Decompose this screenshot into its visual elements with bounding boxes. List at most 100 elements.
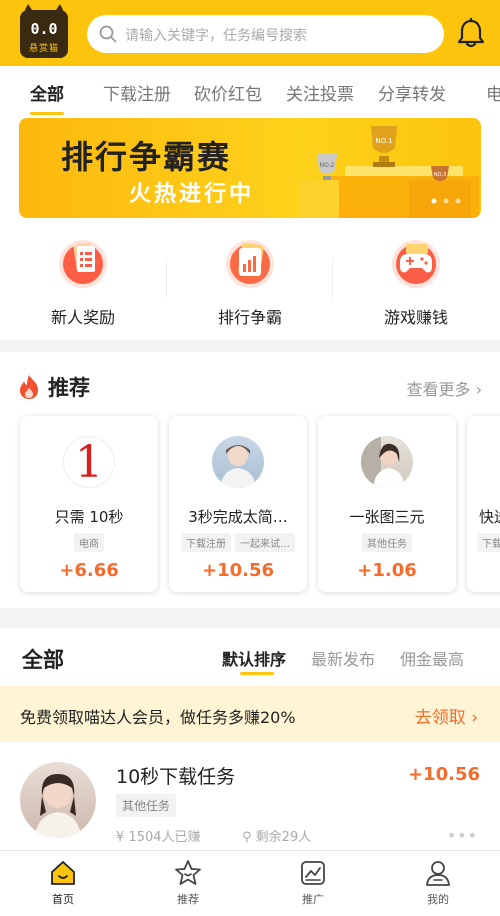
- category-tabs: 全部 下载注册 砍价红包 关注投票 分享转发 电: [0, 66, 500, 118]
- nav-promote[interactable]: 推广: [273, 859, 353, 907]
- tab-follow-vote[interactable]: 关注投票: [286, 80, 354, 105]
- sort-default[interactable]: 默认排序: [222, 646, 286, 670]
- banner-subtitle: 火热进行中: [129, 182, 255, 207]
- tab-ecommerce[interactable]: 电: [486, 80, 500, 105]
- claim-link[interactable]: 去领取 ›: [415, 703, 478, 728]
- all-tasks-title: 全部: [22, 648, 64, 672]
- bar-chart-icon: [226, 240, 274, 288]
- chevron-right-icon: ›: [471, 708, 478, 728]
- claim-label: 去领取: [414, 708, 466, 728]
- card-tags: 电商: [20, 532, 158, 552]
- yuan-icon: ¥: [116, 830, 125, 845]
- card-reward: +1.06: [357, 560, 417, 581]
- logo-face: 0.0: [30, 20, 58, 38]
- cat-ears-icon: [22, 4, 66, 16]
- divider: [166, 258, 167, 298]
- recommend-card[interactable]: 1 只需 10秒 电商 +6.66: [20, 416, 158, 592]
- quick-entry-ranking[interactable]: 排行争霸: [190, 234, 310, 328]
- task-avatar: [20, 762, 96, 838]
- task-reward: +10.56: [407, 764, 480, 785]
- person-photo-icon: [220, 445, 256, 488]
- nav-mine[interactable]: 我的: [398, 859, 478, 907]
- tab-share-forward[interactable]: 分享转发: [378, 80, 446, 105]
- trophy-label-3: NO.3: [434, 172, 446, 178]
- card-reward: +6.66: [59, 560, 119, 581]
- tab-all[interactable]: 全部: [30, 80, 64, 105]
- document-list-icon: [59, 240, 107, 288]
- bottom-nav: 首页 推荐 推广 我的: [0, 850, 500, 916]
- nav-label: 推荐: [177, 893, 199, 906]
- logo-name: 悬赏猫: [28, 44, 59, 54]
- user-icon: [426, 861, 450, 886]
- card-title: 只需 10秒: [54, 508, 124, 526]
- card-tag: 其他任务: [362, 533, 412, 552]
- quick-entry-label: 游戏赚钱: [383, 308, 448, 327]
- search-input[interactable]: 请输入关键字，任务编号搜索: [87, 15, 444, 53]
- home-icon: [51, 861, 75, 885]
- card-tag: 下载: [477, 533, 500, 552]
- quick-entry-label: 排行争霸: [217, 308, 282, 327]
- banner-title: 排行争霸赛: [61, 138, 232, 176]
- person-icon: ⚲: [242, 830, 252, 845]
- vip-promo-bar[interactable]: 免费领取喵达人会员，做任务多赚20% 去领取 ›: [0, 686, 500, 742]
- card-tag: 下载注册: [181, 533, 231, 552]
- all-tasks-header: 全部 默认排序 最新发布 佣金最高: [0, 628, 500, 686]
- search-placeholder: 请输入关键字，任务编号搜索: [125, 28, 307, 44]
- earned-count: ¥ 1504人已赚: [116, 826, 201, 845]
- banner-area: NO.1 NO.2 NO.3 排行争霸赛 火热进行中: [0, 118, 500, 222]
- card-tag: 一起来试…: [235, 533, 295, 552]
- card-reward: +10.56: [201, 560, 275, 581]
- card-avatar: [212, 436, 264, 488]
- remaining-count: ⚲ 剩余29人: [242, 826, 311, 845]
- number-one-badge: 1: [75, 437, 103, 488]
- nav-home[interactable]: 首页: [23, 859, 103, 907]
- chevron-right-icon: ›: [475, 380, 482, 399]
- recommend-section: 推荐 查看更多 › 1 只需 10秒 电商 +6.66 3秒完成太简… 下载注册…: [0, 352, 500, 608]
- recommend-card[interactable]: 一张图三元 其他任务 +1.06: [318, 416, 456, 592]
- promo-banner[interactable]: NO.1 NO.2 NO.3 排行争霸赛 火热进行中: [19, 118, 481, 218]
- carousel-dots: [431, 198, 461, 204]
- card-tags: 下载注册 一起来试…: [169, 532, 307, 552]
- card-tag: 电商: [74, 533, 104, 552]
- app-logo[interactable]: 0.0 悬赏猫: [20, 4, 68, 58]
- trophy-label-2: NO.2: [320, 162, 335, 169]
- app-screen: 0.0 悬赏猫 请输入关键字，任务编号搜索 全部 下载注册 砍价红包 关注投票 …: [0, 0, 500, 916]
- see-more-link[interactable]: 查看更多 ›: [406, 376, 482, 400]
- card-tags: 其他任务: [318, 532, 456, 552]
- card-avatar: [361, 436, 413, 488]
- more-options-icon[interactable]: •••: [447, 826, 478, 845]
- task-title: 10秒下载任务: [116, 766, 236, 788]
- bell-icon[interactable]: [457, 18, 485, 48]
- earned-label: 1504人已赚: [128, 830, 201, 845]
- recommend-card[interactable]: 3秒完成太简… 下载注册 一起来试… +10.56: [169, 416, 307, 592]
- sort-newest[interactable]: 最新发布: [311, 646, 375, 670]
- card-avatar: 1: [63, 436, 115, 488]
- quick-entry-row: 新人奖励 排行争霸 游戏赚钱: [0, 222, 500, 340]
- top-header: 0.0 悬赏猫 请输入关键字，任务编号搜索: [0, 0, 500, 66]
- person-photo-icon: [361, 436, 405, 488]
- sort-active-indicator: [240, 672, 274, 675]
- sort-commission[interactable]: 佣金最高: [400, 646, 464, 670]
- quick-entry-newbie[interactable]: 新人奖励: [23, 234, 143, 328]
- recommend-title: 推荐: [48, 376, 90, 400]
- trend-icon: [301, 861, 325, 885]
- card-title: 一张图三元: [349, 508, 425, 526]
- nav-recommend[interactable]: 推荐: [148, 859, 228, 907]
- nav-label: 推广: [302, 893, 324, 906]
- tab-active-indicator: [30, 112, 64, 115]
- gamepad-icon: [392, 240, 440, 288]
- recommend-card[interactable]: 快送 下载: [467, 416, 500, 592]
- quick-entry-label: 新人奖励: [50, 308, 115, 327]
- card-tags: 下载: [467, 532, 500, 552]
- trophy-label-1: NO.1: [375, 137, 392, 145]
- star-icon: [175, 860, 201, 885]
- see-more-label: 查看更多: [406, 380, 471, 399]
- tab-download-register[interactable]: 下载注册: [103, 80, 171, 105]
- nav-label: 首页: [52, 893, 74, 906]
- fire-icon: [20, 375, 38, 399]
- search-icon: [99, 25, 117, 43]
- task-tag: 其他任务: [116, 794, 177, 817]
- tab-bargain-redpacket[interactable]: 砍价红包: [194, 80, 262, 105]
- quick-entry-games[interactable]: 游戏赚钱: [356, 234, 476, 328]
- task-list-item[interactable]: 10秒下载任务 +10.56 其他任务 ¥ 1504人已赚 ⚲ 剩余29人 ••…: [0, 742, 500, 852]
